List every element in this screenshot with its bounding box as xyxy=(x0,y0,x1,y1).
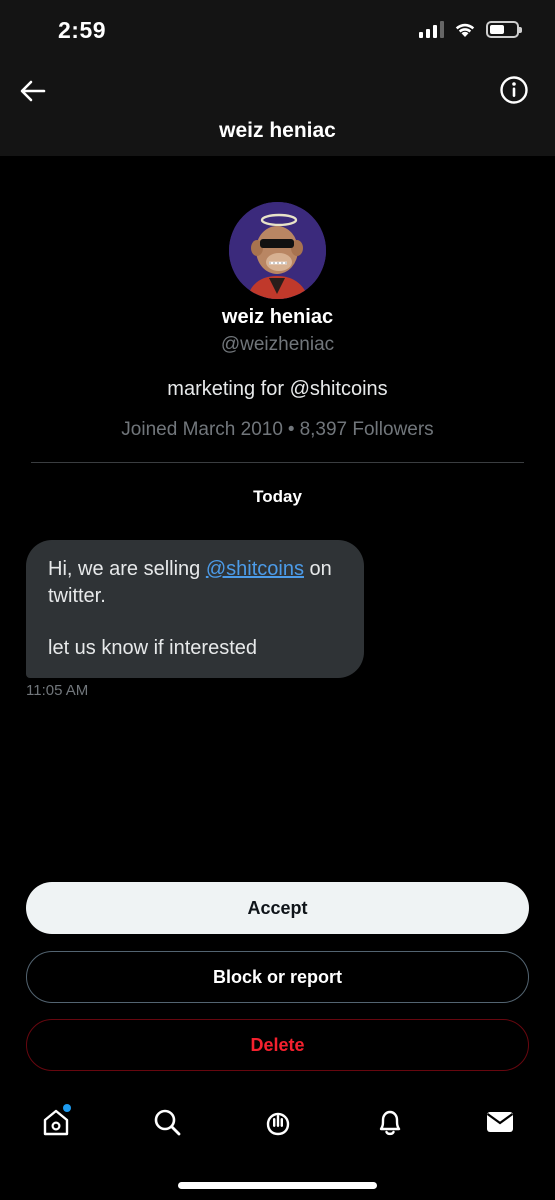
day-label: Today xyxy=(253,487,302,506)
home-indicator[interactable] xyxy=(178,1182,377,1189)
block-or-report-button[interactable]: Block or report xyxy=(26,951,529,1003)
profile-name: weiz heniac xyxy=(221,306,334,328)
wifi-icon xyxy=(455,23,475,37)
status-time: 2:59 xyxy=(58,17,107,43)
followers-count[interactable]: 8,397 Followers xyxy=(300,419,434,440)
dm-request-screen: 2:59 weiz heniac weiz heniac @weizheniac… xyxy=(0,0,555,1200)
tab-messages[interactable] xyxy=(482,1104,518,1140)
battery-icon xyxy=(486,20,522,38)
back-button[interactable] xyxy=(16,74,50,108)
delete-button[interactable]: Delete xyxy=(26,1019,529,1071)
message-line-2: let us know if interested xyxy=(48,637,257,659)
accept-button[interactable]: Accept xyxy=(26,882,529,934)
tab-notifications[interactable] xyxy=(372,1104,408,1140)
tab-spaces[interactable] xyxy=(260,1104,296,1140)
message-timestamp: 11:05 AM xyxy=(26,682,89,699)
message-text: Hi, we are selling xyxy=(48,558,201,580)
divider xyxy=(31,462,524,463)
spaces-icon xyxy=(266,1112,290,1136)
search-icon xyxy=(154,1109,181,1136)
conversation-info-button[interactable] xyxy=(499,75,529,105)
avatar[interactable] xyxy=(229,202,326,299)
mention-link[interactable]: @shitcoins xyxy=(206,558,304,580)
separator-dot: • xyxy=(287,419,295,440)
ape-avatar-image xyxy=(229,202,326,299)
notification-dot xyxy=(63,1104,71,1112)
message-line-1: Hi, we are selling @shitcoins on twitter… xyxy=(48,556,342,610)
notifications-icon xyxy=(379,1110,401,1136)
profile-bio: marketing for @shitcoins xyxy=(167,378,388,400)
tab-home[interactable] xyxy=(38,1104,74,1140)
joined-date: Joined March 2010 xyxy=(121,419,283,440)
top-bar: 2:59 weiz heniac xyxy=(0,0,555,156)
header-title: weiz heniac xyxy=(219,119,336,142)
cellular-signal-icon xyxy=(419,20,444,38)
tab-search[interactable] xyxy=(149,1104,185,1140)
messages-icon xyxy=(486,1112,514,1132)
message-bubble[interactable]: Hi, we are selling @shitcoins on twitter… xyxy=(26,540,364,678)
profile-meta: Joined March 2010 • 8,397 Followers xyxy=(0,419,555,441)
status-icons xyxy=(419,20,522,38)
info-icon xyxy=(500,76,528,104)
back-arrow-icon xyxy=(20,80,46,102)
profile-handle: @weizheniac xyxy=(220,334,335,355)
